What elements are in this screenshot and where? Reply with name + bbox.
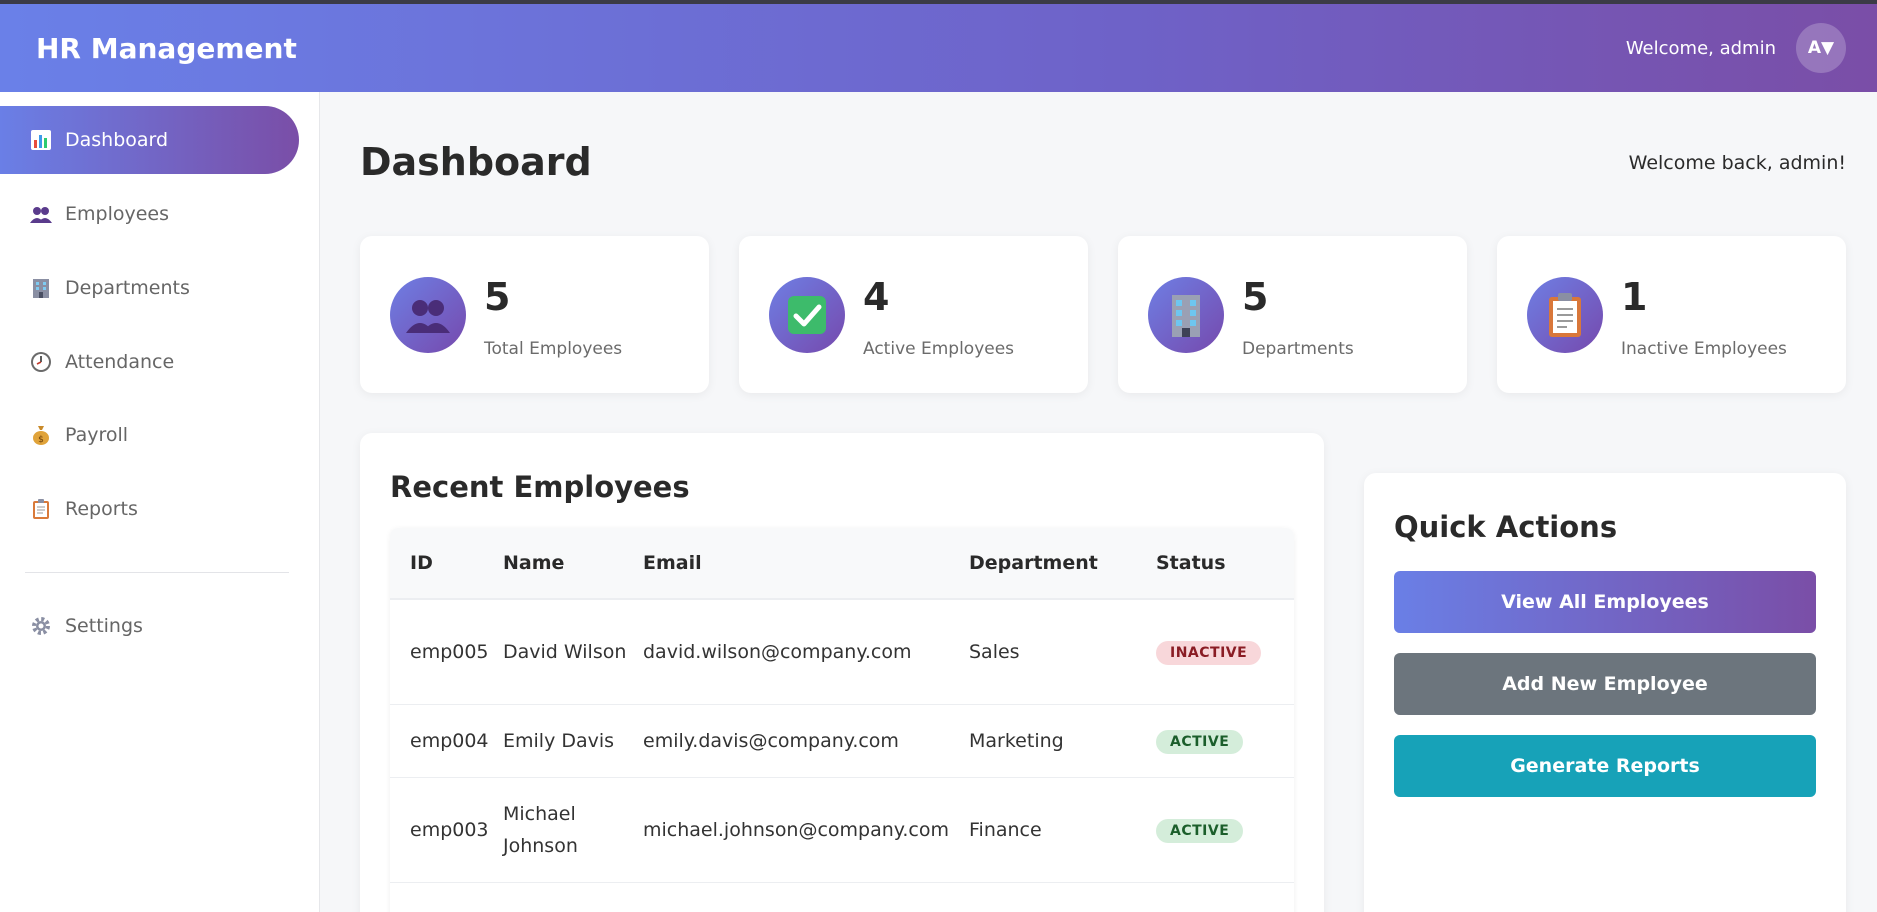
cell-name: David Wilson bbox=[503, 641, 627, 663]
check-icon bbox=[769, 277, 845, 353]
sidebar-item-payroll[interactable]: $ Payroll bbox=[0, 401, 299, 469]
page-welcome: Welcome back, admin! bbox=[1628, 152, 1846, 174]
column-header-email[interactable]: Email bbox=[643, 552, 969, 574]
clipboard-icon bbox=[29, 497, 53, 521]
table-row[interactable]: emp005 David Wilson david.wilson@company… bbox=[390, 600, 1294, 705]
view-all-employees-button[interactable]: View All Employees bbox=[1394, 571, 1816, 633]
stat-card-inactive-employees: 1 Inactive Employees bbox=[1497, 236, 1846, 393]
cell-id: emp005 bbox=[410, 641, 489, 663]
stat-label: Active Employees bbox=[863, 339, 1015, 359]
sidebar-item-reports[interactable]: Reports bbox=[0, 475, 299, 543]
recent-employees-title: Recent Employees bbox=[390, 470, 690, 504]
cell-department: Finance bbox=[969, 819, 1042, 841]
cell-status: INACTIVE bbox=[1156, 640, 1294, 665]
cell-department: Sales bbox=[969, 641, 1020, 663]
user-avatar-menu[interactable]: A▼ bbox=[1796, 23, 1846, 73]
header-welcome: Welcome, admin bbox=[1625, 37, 1776, 59]
recent-employees-panel: Recent Employees ID Name Email Departmen… bbox=[360, 433, 1324, 912]
cell-department: Marketing bbox=[969, 730, 1064, 752]
stat-label: Total Employees bbox=[484, 339, 623, 359]
gear-icon bbox=[29, 614, 53, 638]
generate-reports-button[interactable]: Generate Reports bbox=[1394, 735, 1816, 797]
status-badge: INACTIVE bbox=[1156, 640, 1262, 665]
people-icon bbox=[390, 277, 466, 353]
user-area: Welcome, admin A▼ bbox=[1626, 23, 1846, 73]
table-header: ID Name Email Department Status bbox=[390, 528, 1294, 600]
sidebar-item-attendance[interactable]: Attendance bbox=[0, 328, 299, 396]
table-row[interactable]: emp003 Michael Johnson michael.johnson@c… bbox=[390, 778, 1294, 883]
recent-employees-table: ID Name Email Department Status emp005 D… bbox=[390, 528, 1294, 912]
status-badge: ACTIVE bbox=[1156, 729, 1244, 754]
clock-icon bbox=[29, 350, 53, 374]
table-row[interactable]: emp004 Emily Davis emily.davis@company.c… bbox=[390, 705, 1294, 778]
quick-actions-panel: Quick Actions View All Employees Add New… bbox=[1364, 473, 1846, 912]
stat-value: 4 bbox=[863, 275, 890, 319]
column-header-department[interactable]: Department bbox=[969, 552, 1156, 574]
sidebar-item-label: Dashboard bbox=[65, 129, 169, 151]
sidebar-item-departments[interactable]: Departments bbox=[0, 254, 299, 322]
cell-id: emp004 bbox=[410, 730, 489, 752]
bar-chart-icon bbox=[29, 128, 53, 152]
stat-value: 5 bbox=[484, 275, 511, 319]
app-brand[interactable]: HR Management bbox=[36, 32, 297, 65]
building-icon bbox=[1148, 277, 1224, 353]
add-new-employee-button[interactable]: Add New Employee bbox=[1394, 653, 1816, 715]
cell-status: ACTIVE bbox=[1156, 818, 1294, 843]
sidebar-item-label: Settings bbox=[65, 615, 143, 637]
sidebar-item-label: Payroll bbox=[65, 424, 129, 446]
table-row[interactable] bbox=[390, 883, 1294, 912]
stat-label: Departments bbox=[1242, 339, 1354, 359]
cell-id: emp003 bbox=[410, 819, 489, 841]
sidebar-item-label: Departments bbox=[65, 277, 190, 299]
people-icon bbox=[29, 202, 53, 226]
top-header: HR Management Welcome, admin A▼ bbox=[0, 4, 1877, 92]
stat-card-active-employees: 4 Active Employees bbox=[739, 236, 1088, 393]
sidebar-item-employees[interactable]: Employees bbox=[0, 180, 299, 248]
cell-status: ACTIVE bbox=[1156, 729, 1294, 754]
sidebar-item-settings[interactable]: Settings bbox=[0, 592, 299, 660]
page-title: Dashboard bbox=[360, 140, 592, 184]
column-header-status[interactable]: Status bbox=[1156, 552, 1294, 574]
stat-card-departments: 5 Departments bbox=[1118, 236, 1467, 393]
stat-value: 5 bbox=[1242, 275, 1269, 319]
sidebar-item-dashboard[interactable]: Dashboard bbox=[0, 106, 299, 174]
cell-email: emily.davis@company.com bbox=[643, 730, 899, 752]
stat-card-total-employees: 5 Total Employees bbox=[360, 236, 709, 393]
building-icon bbox=[29, 276, 53, 300]
cell-email: michael.johnson@company.com bbox=[643, 819, 949, 841]
status-badge: ACTIVE bbox=[1156, 818, 1244, 843]
sidebar-item-label: Reports bbox=[65, 498, 138, 520]
cell-name: Emily Davis bbox=[503, 730, 615, 752]
sidebar: Dashboard Employees Departments Attendan… bbox=[0, 92, 320, 912]
quick-actions-title: Quick Actions bbox=[1394, 510, 1618, 544]
clipboard-icon bbox=[1527, 277, 1603, 353]
money-bag-icon: $ bbox=[29, 423, 53, 447]
sidebar-divider bbox=[25, 572, 289, 573]
stat-label: Inactive Employees bbox=[1621, 339, 1787, 359]
stat-value: 1 bbox=[1621, 275, 1648, 319]
sidebar-item-label: Employees bbox=[65, 203, 169, 225]
column-header-id[interactable]: ID bbox=[390, 552, 502, 574]
svg-text:$: $ bbox=[38, 435, 44, 445]
sidebar-item-label: Attendance bbox=[65, 351, 175, 373]
cell-name: Michael Johnson bbox=[503, 803, 578, 857]
column-header-name[interactable]: Name bbox=[502, 547, 643, 579]
cell-email: david.wilson@company.com bbox=[643, 641, 912, 663]
